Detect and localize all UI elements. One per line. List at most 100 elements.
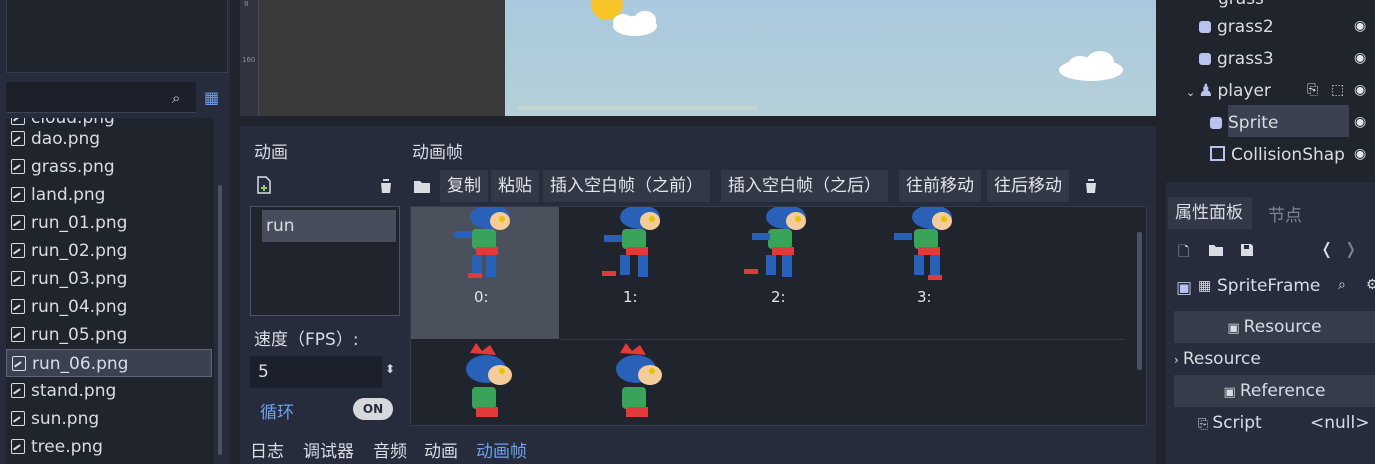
tab-inspector[interactable]: 属性面板 xyxy=(1168,197,1252,229)
file-item[interactable]: run_04.png xyxy=(6,293,212,321)
move-back-button[interactable]: 往后移动 xyxy=(987,170,1069,202)
visibility-eye-icon[interactable]: ◉ xyxy=(1354,18,1366,34)
tree-item-sprite[interactable]: Sprite xyxy=(1210,108,1278,138)
spin-arrows-icon[interactable]: ⬍ xyxy=(385,362,395,376)
visibility-eye-icon[interactable]: ◉ xyxy=(1354,50,1366,66)
load-frame-icon[interactable] xyxy=(413,178,431,194)
visibility-eye-icon[interactable]: ◉ xyxy=(1354,146,1366,162)
frame-3-thumbnail[interactable] xyxy=(888,207,964,281)
chevron-down-icon[interactable]: ⌄ xyxy=(1186,86,1195,99)
file-list: cloud.png dao.png grass.png land.png run… xyxy=(6,118,214,464)
image-file-icon xyxy=(11,243,25,258)
new-animation-icon[interactable] xyxy=(256,176,272,194)
image-file-icon xyxy=(11,327,25,342)
file-item[interactable]: tree.png xyxy=(6,433,212,461)
paste-frame-button[interactable]: 粘贴 xyxy=(491,170,539,202)
section-resource[interactable]: ▣ Resource xyxy=(1174,311,1375,343)
history-back-icon[interactable]: ❬ xyxy=(1320,239,1333,258)
tree-item-player[interactable]: ⌄ ♟ player xyxy=(1186,76,1271,106)
copy-frame-button[interactable]: 复制 xyxy=(440,170,488,202)
tree-item-grass3[interactable]: grass3 xyxy=(1199,44,1274,74)
image-file-icon xyxy=(11,187,25,202)
file-list-scrollbar[interactable] xyxy=(218,185,222,455)
image-file-icon xyxy=(11,383,25,398)
frame-label: 1: xyxy=(623,288,638,306)
file-item[interactable]: dao.png xyxy=(6,125,212,153)
frame-0-thumbnail[interactable] xyxy=(446,207,522,281)
file-item[interactable]: run_03.png xyxy=(6,265,212,293)
visibility-eye-icon[interactable]: ◉ xyxy=(1354,114,1366,130)
tab-node[interactable]: 节点 xyxy=(1268,201,1302,226)
frames-scrollbar[interactable] xyxy=(1137,232,1142,370)
loop-label: 循环 xyxy=(260,403,294,423)
collision-shape-icon xyxy=(1210,146,1225,161)
tab-log[interactable]: 日志 xyxy=(250,437,284,462)
file-item[interactable]: sun.png xyxy=(6,405,212,433)
section-reference[interactable]: ▣ Reference xyxy=(1174,375,1375,407)
file-item[interactable]: stand.png xyxy=(6,377,212,405)
file-item-selected[interactable]: run_06.png xyxy=(6,349,212,377)
search-icon[interactable]: ⌕ xyxy=(1338,277,1346,293)
sprite-node-icon xyxy=(1199,21,1211,33)
fps-spinbox[interactable]: 5 xyxy=(250,356,382,388)
image-file-icon xyxy=(11,439,25,454)
tree-item-collisionshape[interactable]: CollisionShap xyxy=(1210,140,1345,170)
frame-label: 0: xyxy=(474,288,489,306)
vertical-ruler: 8 160 xyxy=(240,0,259,116)
new-resource-icon[interactable]: 🗋 xyxy=(1178,241,1189,265)
image-file-icon xyxy=(11,159,25,174)
frame-5-thumbnail[interactable] xyxy=(596,341,672,424)
file-search-input[interactable] xyxy=(6,82,196,113)
tab-audio[interactable]: 音频 xyxy=(373,437,407,462)
delete-animation-icon[interactable] xyxy=(378,178,394,194)
animation-item-run[interactable]: run xyxy=(262,210,396,242)
filesystem-tree-panel xyxy=(6,0,228,73)
kinematic-body-icon: ♟ xyxy=(1198,81,1214,101)
image-file-icon xyxy=(11,118,25,125)
image-file-icon xyxy=(11,271,25,286)
move-forward-button[interactable]: 往前移动 xyxy=(899,170,981,202)
frame-2-thumbnail[interactable] xyxy=(742,207,818,281)
file-item[interactable]: land.png xyxy=(6,181,212,209)
tab-sprite-frames[interactable]: 动画帧 xyxy=(476,437,527,462)
file-item[interactable]: run_02.png xyxy=(6,237,212,265)
tree-item-grass2[interactable]: grass2 xyxy=(1199,12,1274,42)
save-resource-icon[interactable] xyxy=(1240,243,1254,257)
file-item[interactable]: run_01.png xyxy=(6,209,212,237)
load-resource-icon[interactable] xyxy=(1208,243,1224,257)
sun-cloud-sprite xyxy=(591,0,657,36)
ruler-tick-label: 8 xyxy=(244,0,249,8)
frame-label: 2: xyxy=(771,288,786,306)
tab-debugger[interactable]: 调试器 xyxy=(303,437,354,462)
chevron-right-icon: › xyxy=(1174,353,1179,367)
image-file-icon xyxy=(12,356,26,371)
group-icon[interactable]: ⬚ xyxy=(1331,82,1344,98)
search-icon[interactable]: ⌕ xyxy=(172,89,180,107)
file-item[interactable]: grass.png xyxy=(6,153,212,181)
resource-row[interactable]: › Resource xyxy=(1174,343,1375,375)
file-item[interactable]: run_05.png xyxy=(6,321,212,349)
script-value[interactable]: <null> xyxy=(1310,413,1369,433)
tools-icon[interactable]: ⚙ xyxy=(1366,277,1375,293)
frames-row-divider xyxy=(560,339,1125,340)
sprite-node-icon xyxy=(1199,53,1211,65)
frame-4-thumbnail[interactable] xyxy=(446,341,522,424)
delete-frame-icon[interactable] xyxy=(1083,178,1099,194)
sprite-node-icon xyxy=(1210,117,1222,129)
image-file-icon xyxy=(11,299,25,314)
insert-empty-before-button[interactable]: 插入空白帧（之前） xyxy=(543,170,710,202)
visibility-eye-icon[interactable]: ◉ xyxy=(1354,82,1366,98)
spriteframes-resource-icon: ▣ xyxy=(1176,278,1193,298)
animations-title: 动画 xyxy=(254,143,288,163)
cube-icon: ▣ xyxy=(1227,321,1240,336)
loop-toggle[interactable]: ON xyxy=(353,398,393,420)
history-forward-icon[interactable]: ❭ xyxy=(1344,239,1357,258)
speed-label: 速度（FPS）: xyxy=(254,330,359,350)
frames-title: 动画帧 xyxy=(412,143,463,163)
image-file-icon xyxy=(11,411,25,426)
script-icon[interactable]: ⎘ xyxy=(1307,82,1318,98)
frame-1-thumbnail[interactable] xyxy=(596,207,672,281)
grid-view-icon[interactable]: ▦ xyxy=(204,88,219,107)
tab-animation[interactable]: 动画 xyxy=(424,437,458,462)
insert-empty-after-button[interactable]: 插入空白帧（之后） xyxy=(721,170,888,202)
